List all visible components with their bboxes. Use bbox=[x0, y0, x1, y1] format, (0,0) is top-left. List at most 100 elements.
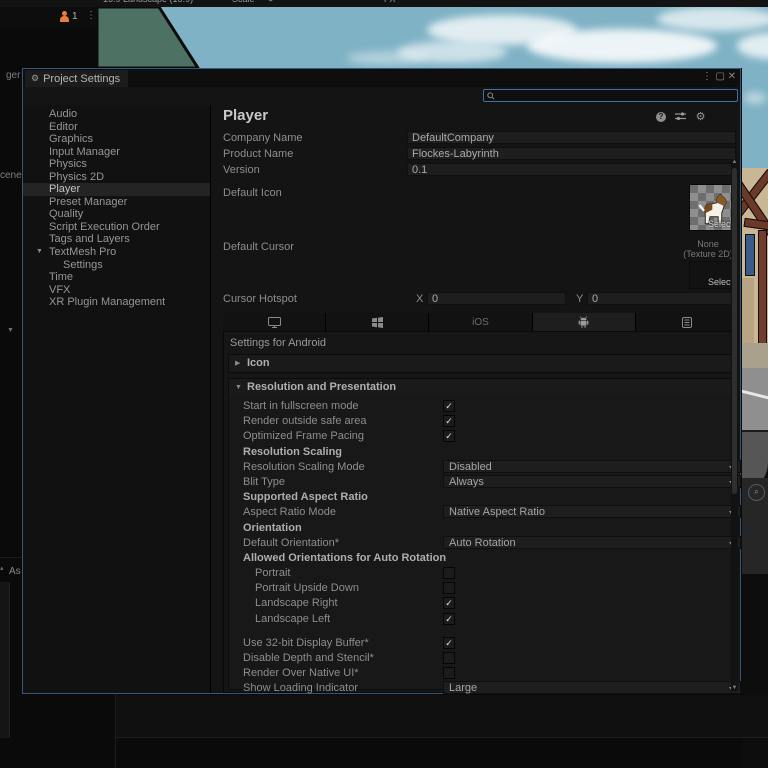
dropdown-value: Large bbox=[449, 682, 478, 695]
settings-scrollbar[interactable]: ▲ ▼ bbox=[731, 159, 738, 691]
collab-strip: 1 ⋮ bbox=[0, 7, 97, 29]
dropdown[interactable]: Always bbox=[443, 474, 741, 488]
game-view[interactable] bbox=[97, 7, 768, 68]
checkbox[interactable] bbox=[443, 667, 455, 680]
checkbox[interactable] bbox=[443, 567, 455, 580]
sidebar-item-textmesh-pro[interactable]: ▼ TextMesh Pro bbox=[23, 246, 210, 259]
field-input[interactable]: Flockes-Labyrinth bbox=[407, 147, 736, 160]
checkbox[interactable]: ✓ bbox=[443, 597, 455, 610]
tab-windows-store[interactable] bbox=[326, 313, 430, 331]
checkbox[interactable] bbox=[443, 582, 455, 595]
sidebar-item-vfx[interactable]: VFX bbox=[23, 284, 210, 297]
resolution-section-header[interactable]: ▼ Resolution and Presentation bbox=[229, 379, 732, 396]
window-menu-icon[interactable]: ⋮ bbox=[702, 71, 712, 82]
search-input[interactable] bbox=[495, 89, 729, 102]
project-panel-scrollbar[interactable] bbox=[0, 582, 10, 738]
field-label: Version bbox=[223, 164, 260, 176]
checkbox[interactable]: ✓ bbox=[443, 415, 455, 428]
gear-icon[interactable]: ⚙ bbox=[695, 111, 706, 123]
tab-webgl[interactable] bbox=[635, 313, 739, 331]
setting-row: Resolution Scaling bbox=[229, 444, 732, 459]
sidebar-item-label: Script Execution Order bbox=[49, 220, 160, 233]
scroll-up-arrow[interactable]: ▲ bbox=[731, 159, 738, 165]
project-assets-tab-fragment[interactable]: As bbox=[9, 566, 21, 577]
sidebar-item-settings[interactable]: Settings bbox=[23, 259, 210, 272]
default-icon-thumbnail[interactable]: Select bbox=[689, 184, 736, 231]
sidebar-item-player[interactable]: Player bbox=[23, 183, 210, 196]
field-row: Company Name DefaultCompany bbox=[211, 130, 740, 146]
project-settings-tab[interactable]: ⚙ Project Settings bbox=[25, 70, 129, 87]
sidebar-item-label: Editor bbox=[49, 120, 78, 133]
hotspot-x-input[interactable]: 0 bbox=[427, 292, 566, 305]
field-input[interactable]: 0.1 bbox=[407, 163, 736, 176]
sidebar-item-xr-plugin-management[interactable]: XR Plugin Management bbox=[23, 296, 210, 309]
setting-label: Supported Aspect Ratio bbox=[243, 491, 368, 504]
sidebar-item-audio[interactable]: Audio bbox=[23, 108, 210, 121]
checkbox[interactable]: ✓ bbox=[443, 612, 455, 625]
hotspot-y-input[interactable]: 0 bbox=[587, 292, 736, 305]
default-cursor-select-button[interactable]: Select bbox=[708, 277, 733, 287]
checkbox[interactable]: ✓ bbox=[443, 430, 455, 443]
checkbox[interactable]: ✓ bbox=[443, 400, 455, 412]
settings-for-header: Settings for Android bbox=[230, 337, 327, 349]
sidebar-item-tags-and-layers[interactable]: Tags and Layers bbox=[23, 233, 210, 246]
checkbox[interactable] bbox=[443, 652, 455, 664]
setting-row: Render outside safe area ✓ bbox=[229, 413, 732, 428]
setting-row: Show Loading Indicator Large bbox=[229, 680, 741, 695]
cursor-hotspot-row: Cursor Hotspot X 0 Y 0 bbox=[211, 291, 740, 307]
sidebar-item-preset-manager[interactable]: Preset Manager bbox=[23, 196, 210, 209]
close-icon[interactable]: ✕ bbox=[728, 71, 736, 82]
tab-android[interactable] bbox=[532, 313, 636, 331]
help-icon[interactable]: ? bbox=[656, 111, 666, 122]
checkbox[interactable]: ✓ bbox=[443, 636, 455, 649]
settings-search-field[interactable] bbox=[483, 89, 738, 102]
field-input[interactable]: DefaultCompany bbox=[407, 131, 736, 144]
sidebar-item-physics-2d[interactable]: Physics 2D bbox=[23, 171, 210, 184]
sidebar-item-script-execution-order[interactable]: Script Execution Order bbox=[23, 221, 210, 234]
dropdown[interactable]: Auto Rotation bbox=[443, 535, 741, 549]
sidebar-item-editor[interactable]: Editor bbox=[23, 121, 210, 134]
scale-slider-label[interactable]: Scale bbox=[232, 0, 255, 4]
collab-person-icon[interactable] bbox=[60, 11, 70, 23]
kebab-menu-icon[interactable]: ⋮ bbox=[86, 10, 96, 21]
sidebar-item-label: Physics bbox=[49, 158, 87, 171]
sidebar-item-quality[interactable]: Quality bbox=[23, 208, 210, 221]
expand-arrow-icon[interactable]: ▼ bbox=[36, 246, 43, 259]
dropdown[interactable]: Native Aspect Ratio bbox=[443, 505, 741, 519]
setting-label: Blit Type bbox=[243, 475, 285, 488]
sidebar-item-physics[interactable]: Physics bbox=[23, 158, 210, 171]
scale-slider-knob[interactable]: ● bbox=[268, 0, 273, 4]
icon-section[interactable]: ▶ Icon bbox=[228, 354, 733, 373]
dropdown-value: Auto Rotation bbox=[449, 536, 516, 549]
sidebar-item-label: Player bbox=[49, 183, 81, 196]
default-icon-select-button[interactable]: Select bbox=[708, 219, 733, 229]
setting-label: Allowed Orientations for Auto Rotation bbox=[243, 551, 447, 564]
preset-icon[interactable] bbox=[675, 111, 686, 122]
icon-section-label: Icon bbox=[247, 357, 270, 369]
setting-label: Orientation bbox=[243, 521, 302, 534]
sidebar-item-graphics[interactable]: Graphics bbox=[23, 133, 210, 146]
tab-ios[interactable]: iOS bbox=[429, 313, 533, 331]
default-cursor-thumbnail[interactable]: Select bbox=[689, 261, 736, 289]
dropdown[interactable]: Large bbox=[443, 681, 741, 695]
sidebar-item-label: Settings bbox=[63, 258, 103, 271]
setting-label: Default Orientation* bbox=[243, 536, 339, 549]
default-cursor-value[interactable]: None (Texture 2D) bbox=[679, 239, 737, 259]
maximize-icon[interactable]: ▢ bbox=[716, 71, 725, 82]
scene-item-fragment: cene bbox=[0, 170, 22, 181]
aspect-ratio-dropdown[interactable]: 16:9 Landscape (16:9) bbox=[103, 0, 193, 4]
setting-label: Disable Depth and Stencil* bbox=[243, 652, 374, 664]
settings-sidebar: Audio Editor Graphics Input Manager Physics P… bbox=[23, 105, 211, 693]
sidebar-item-input-manager[interactable]: Input Manager bbox=[23, 146, 210, 159]
foldout-open-icon: ▼ bbox=[235, 384, 242, 391]
scroll-down-arrow[interactable]: ▼ bbox=[731, 685, 738, 691]
tab-standalone[interactable] bbox=[223, 313, 327, 331]
game-ui-search-icon: ⌕ bbox=[748, 484, 765, 501]
scrollbar-thumb[interactable] bbox=[732, 168, 737, 494]
sidebar-item-time[interactable]: Time bbox=[23, 271, 210, 284]
fx-toggle[interactable]: FX bbox=[384, 0, 396, 4]
sidebar-item-label: Audio bbox=[49, 108, 78, 120]
hotspot-y-label: Y bbox=[576, 293, 584, 305]
dropdown[interactable]: Disabled bbox=[443, 459, 741, 473]
sidebar-item-label: XR Plugin Management bbox=[49, 296, 166, 309]
